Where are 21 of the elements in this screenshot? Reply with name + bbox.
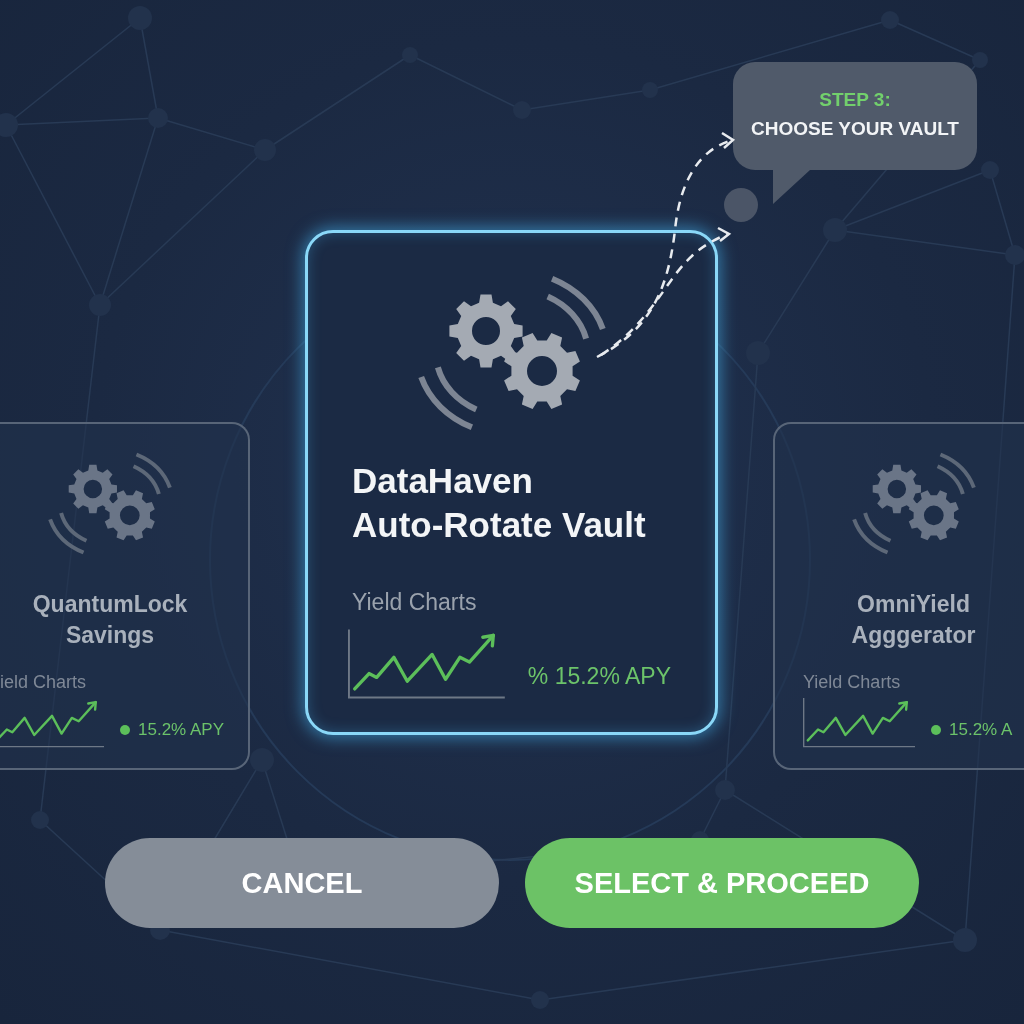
chart-label: ield Charts [0, 671, 88, 693]
status-dot-icon [931, 725, 941, 735]
cancel-button[interactable]: CANCEL [105, 838, 499, 928]
gears-icon [417, 275, 606, 431]
chart-label: Yield Charts [803, 671, 902, 693]
vault-card[interactable]: OmniYield Agggerator Yield Charts 15.2% A [773, 422, 1024, 770]
dot-icon [724, 188, 758, 222]
status-dot-icon [120, 725, 130, 735]
vault-title: DataHaven Auto-Rotate Vault [352, 460, 647, 546]
vault-title: QuantumLock Savings [32, 590, 188, 650]
apy-rate: % 15.2% APY [527, 662, 671, 690]
gears-icon [851, 452, 976, 555]
apy-rate: 15.2% APY [138, 720, 224, 740]
apy-rate: 15.2% A [949, 720, 1013, 740]
vault-title: OmniYield Agggerator [851, 590, 976, 650]
step-label: STEP 3: [819, 88, 891, 112]
gears-icon [48, 452, 172, 555]
vault-card[interactable]: QuantumLock Savings ield Charts 15.2% APY [0, 422, 250, 770]
vault-card[interactable]: DataHaven Auto-Rotate Vault Yield Charts % 15.2% APY [305, 230, 718, 735]
step-instruction: CHOOSE YOUR VAULT [751, 117, 959, 141]
chart-label: Yield Charts [352, 588, 478, 616]
